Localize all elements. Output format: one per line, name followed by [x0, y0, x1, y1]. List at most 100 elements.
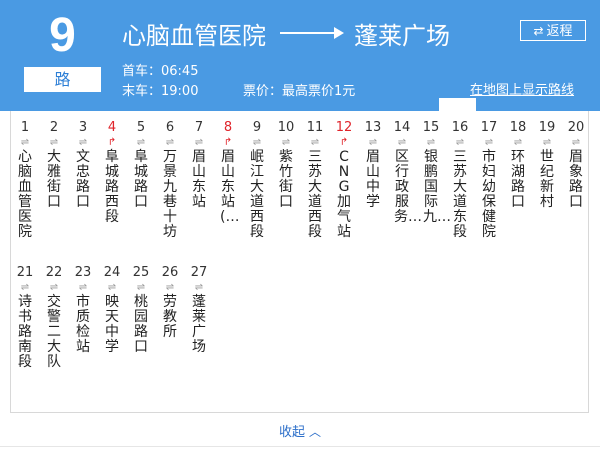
collapse-button[interactable]: 收起 ︿ — [0, 421, 600, 440]
stop-item[interactable]: 17 ⇌ 市妇幼保健院 — [475, 120, 503, 240]
bidirectional-icon: ⇌ — [136, 282, 146, 293]
stop-number: 1 — [20, 120, 30, 135]
stop-name: 市妇幼保健院 — [482, 149, 496, 240]
stop-item[interactable]: 1 ⇌ 心脑血管医院 — [11, 120, 39, 240]
stop-name: 诗书路南段 — [18, 294, 32, 370]
bidirectional-icon: ⇌ — [571, 137, 581, 148]
swap-icon: ⇄ — [533, 24, 544, 38]
stop-item[interactable]: 2 ⇌ 大雅街口 — [40, 120, 68, 210]
stop-item[interactable]: 23 ⇌ 市质检站 — [69, 265, 97, 355]
stop-item[interactable]: 12 ↱ CNG加气站 — [330, 120, 358, 240]
bidirectional-icon: ⇌ — [252, 137, 262, 148]
stop-name: 眉山中学 — [366, 149, 380, 210]
stop-number: 21 — [16, 265, 34, 280]
stop-name: 阜城路口 — [134, 149, 148, 210]
bidirectional-icon: ⇌ — [20, 137, 30, 148]
stop-number: 4 — [107, 120, 117, 135]
bidirectional-icon: ⇌ — [542, 137, 552, 148]
stop-number: 24 — [103, 265, 121, 280]
fare-info: 票价：最高票价1元 — [243, 84, 356, 99]
stop-number: 19 — [538, 120, 556, 135]
stop-number: 12 — [335, 120, 353, 135]
bidirectional-icon: ⇌ — [136, 137, 146, 148]
stop-name: 万景九巷十坊 — [163, 149, 177, 240]
bidirectional-icon: ⇌ — [78, 137, 88, 148]
return-trip-button[interactable]: ⇄ 返程 — [520, 20, 586, 41]
active-tab-indicator — [439, 98, 476, 111]
stop-number: 11 — [306, 120, 324, 135]
stop-name: 环湖路口 — [511, 149, 525, 210]
stop-name: 银鹏国际九… — [423, 149, 451, 225]
stop-item[interactable]: 14 ⇌ 区行政服务… — [388, 120, 422, 225]
stop-item[interactable]: 24 ⇌ 映天中学 — [98, 265, 126, 355]
route-title: 心脑血管医院 蓬莱广场 — [122, 16, 450, 50]
stop-number: 20 — [567, 120, 585, 135]
stop-name: 心脑血管医院 — [18, 149, 32, 240]
stop-item[interactable]: 9 ⇌ 岷江大道西段 — [243, 120, 271, 240]
bidirectional-icon: ⇌ — [49, 282, 59, 293]
stop-item[interactable]: 18 ⇌ 环湖路口 — [504, 120, 532, 210]
stop-item[interactable]: 19 ⇌ 世纪新村 — [533, 120, 561, 210]
stop-item[interactable]: 11 ⇌ 三苏大道西段 — [301, 120, 329, 240]
show-route-on-map-link[interactable]: 在地图上显示路线 — [470, 79, 574, 98]
route-origin: 心脑血管医院 — [122, 21, 266, 50]
first-bus-time: 首车：06:45 — [122, 64, 199, 79]
stop-number: 27 — [190, 265, 208, 280]
stop-item[interactable]: 26 ⇌ 劳教所 — [156, 265, 184, 340]
stop-marker-icon: ↱ — [223, 137, 233, 148]
stop-item[interactable]: 3 ⇌ 文忠路口 — [69, 120, 97, 210]
stop-number: 26 — [161, 265, 179, 280]
stop-name: 眉象路口 — [569, 149, 583, 210]
stop-item[interactable]: 8 ↱ 眉山东站(… — [214, 120, 242, 225]
stop-number: 9 — [252, 120, 262, 135]
bidirectional-icon: ⇌ — [513, 137, 523, 148]
stop-item[interactable]: 4 ↱ 阜城路西段 — [98, 120, 126, 225]
stop-item[interactable]: 6 ⇌ 万景九巷十坊 — [156, 120, 184, 240]
stop-item[interactable]: 16 ⇌ 三苏大道东段 — [446, 120, 474, 240]
bidirectional-icon: ⇌ — [281, 137, 291, 148]
stop-item[interactable]: 20 ⇌ 眉象路口 — [562, 120, 590, 210]
stop-item[interactable]: 22 ⇌ 交警二大队 — [40, 265, 68, 370]
bidirectional-icon: ⇌ — [484, 137, 494, 148]
stop-item[interactable]: 13 ⇌ 眉山中学 — [359, 120, 387, 210]
stop-name: 大雅街口 — [47, 149, 61, 210]
bidirectional-icon: ⇌ — [194, 137, 204, 148]
stop-number: 6 — [165, 120, 175, 135]
stop-marker-icon: ↱ — [339, 137, 349, 148]
stop-item[interactable]: 21 ⇌ 诗书路南段 — [11, 265, 39, 370]
stop-item[interactable]: 27 ⇌ 蓬莱广场 — [185, 265, 213, 355]
stop-number: 18 — [509, 120, 527, 135]
stop-number: 17 — [480, 120, 498, 135]
stop-name: 桃园路口 — [134, 294, 148, 355]
bidirectional-icon: ⇌ — [310, 137, 320, 148]
collapse-label: 收起 — [278, 425, 305, 440]
stop-number: 3 — [78, 120, 88, 135]
route-suffix: 路 — [24, 67, 101, 92]
stop-number: 7 — [194, 120, 204, 135]
stop-item[interactable]: 10 ⇌ 紫竹街口 — [272, 120, 300, 210]
stop-number: 8 — [223, 120, 233, 135]
stop-number: 23 — [74, 265, 92, 280]
stop-item[interactable]: 15 ⇌ 银鹏国际九… — [417, 120, 451, 225]
return-label: 返程 — [546, 24, 573, 39]
stop-item[interactable]: 7 ⇌ 眉山东站 — [185, 120, 213, 210]
stop-item[interactable]: 25 ⇌ 桃园路口 — [127, 265, 155, 355]
route-number: 9 — [49, 9, 76, 62]
last-bus-time: 末车：19:00 — [122, 84, 199, 99]
bidirectional-icon: ⇌ — [368, 137, 378, 148]
bidirectional-icon: ⇌ — [397, 137, 407, 148]
stop-number: 25 — [132, 265, 150, 280]
stop-number: 10 — [277, 120, 295, 135]
stop-name: 交警二大队 — [47, 294, 61, 370]
stop-name: 市质检站 — [76, 294, 90, 355]
stop-item[interactable]: 5 ⇌ 阜城路口 — [127, 120, 155, 210]
stop-name: 眉山东站 — [192, 149, 206, 210]
stop-marker-icon: ↱ — [107, 137, 117, 148]
stop-number: 15 — [422, 120, 440, 135]
stop-name: 眉山东站(… — [220, 149, 240, 225]
stop-number: 16 — [451, 120, 469, 135]
chevron-up-icon: ︿ — [309, 425, 322, 439]
route-destination: 蓬莱广场 — [354, 21, 450, 50]
stop-name: 劳教所 — [163, 294, 177, 340]
stop-name: 三苏大道东段 — [453, 149, 467, 240]
